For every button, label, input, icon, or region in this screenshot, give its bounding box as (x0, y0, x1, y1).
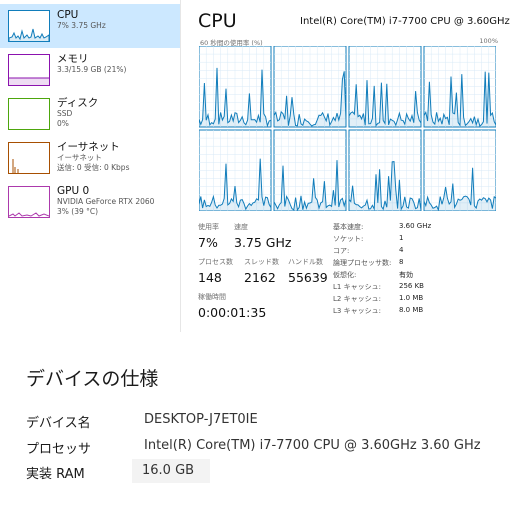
device-spec-title: デバイスの仕様 (26, 368, 159, 390)
speed-label: 速度 (234, 223, 248, 231)
processor-row: プロセッサ Intel(R) Core(TM) i7-7700 CPU @ 3.… (26, 438, 506, 460)
sidebar-item-ethernet[interactable]: イーサネット イーサネット 送信: 0 受信: 0 Kbps (0, 136, 180, 180)
performance-sidebar: CPU 7% 3.75 GHz メモリ 3.3/15.9 GB (21%) ディ… (0, 0, 181, 332)
spec-row: L1 キャッシュ: 256 KB (333, 282, 508, 293)
uptime-label: 稼働時間 (198, 293, 226, 301)
logical-processor-graph (273, 129, 347, 212)
device-name-row: デバイス名 DESKTOP-J7ET0IE (26, 412, 506, 434)
spec-row: 仮想化: 有効 (333, 270, 508, 281)
spec-row: 基本速度: 3.60 GHz (333, 222, 508, 233)
task-manager-performance: CPU 7% 3.75 GHz メモリ 3.3/15.9 GB (21%) ディ… (0, 0, 512, 340)
sidebar-item-detail: イーサネット (57, 153, 102, 162)
spec-key: L2 キャッシュ: (333, 295, 381, 303)
sidebar-item-label: イーサネット (57, 141, 120, 153)
ram-label: 実装 RAM (26, 467, 85, 482)
sidebar-item-detail: SSD (57, 109, 73, 118)
ram-value: 16.0 GB (132, 459, 210, 483)
spec-value: 4 (399, 246, 404, 254)
spec-key: L1 キャッシュ: (333, 283, 381, 291)
sidebar-item-memory[interactable]: メモリ 3.3/15.9 GB (21%) (0, 48, 180, 92)
utilization-label: 使用率 (198, 223, 219, 231)
sidebar-item-cpu[interactable]: CPU 7% 3.75 GHz (0, 4, 180, 48)
spec-value: 8.0 MB (399, 306, 424, 314)
spec-row: ソケット: 1 (333, 234, 508, 245)
spec-value: 1 (399, 234, 404, 242)
processes-label: プロセス数 (198, 258, 233, 266)
sidebar-item-detail: 7% 3.75 GHz (57, 21, 106, 30)
graph-max-label: 100% (479, 37, 498, 45)
spec-row: L2 キャッシュ: 1.0 MB (333, 294, 508, 305)
sidebar-item-detail: 3.3/15.9 GB (21%) (57, 65, 127, 74)
utilization-value: 7% (198, 235, 218, 250)
memory-thumbnail-graph (8, 54, 50, 86)
logical-processor-graph (198, 129, 272, 212)
spec-value: 3.60 GHz (399, 222, 432, 230)
spec-key: L3 キャッシュ: (333, 307, 381, 315)
spec-key: 論理プロセッサ数: (333, 259, 392, 267)
spec-key: 仮想化: (333, 271, 357, 279)
processes-value: 148 (198, 270, 222, 285)
handles-label: ハンドル数 (288, 258, 323, 266)
sidebar-item-detail: NVIDIA GeForce RTX 2060 (57, 197, 155, 206)
sidebar-item-detail-2: 0% (57, 119, 69, 128)
sidebar-item-detail-2: 3% (39 °C) (57, 207, 99, 216)
spec-row: コア: 4 (333, 246, 508, 257)
ethernet-thumbnail-graph (8, 142, 50, 174)
device-name-label: デバイス名 (26, 416, 91, 431)
handles-value: 55639 (288, 270, 328, 285)
spec-value: 256 KB (399, 282, 424, 290)
threads-value: 2162 (244, 270, 276, 285)
ram-row: 実装 RAM (26, 463, 506, 485)
spec-key: ソケット: (333, 235, 364, 243)
cpu-stats: 使用率 速度 7% 3.75 GHz プロセス数 スレッド数 ハンドル数 148… (198, 222, 338, 322)
spec-key: 基本速度: (333, 223, 364, 231)
spec-row: 論理プロセッサ数: 8 (333, 258, 508, 269)
sidebar-item-gpu[interactable]: GPU 0 NVIDIA GeForce RTX 2060 3% (39 °C) (0, 180, 180, 224)
disk-thumbnail-graph (8, 98, 50, 130)
processor-value: Intel(R) Core(TM) i7-7700 CPU @ 3.60GHz … (144, 438, 481, 453)
logical-processor-graph (423, 45, 497, 128)
logical-processor-graph (348, 129, 422, 212)
sidebar-item-label: ディスク (57, 97, 99, 109)
logical-processor-graph (348, 45, 422, 128)
gpu-thumbnail-graph (8, 186, 50, 218)
device-name-value: DESKTOP-J7ET0IE (144, 412, 258, 427)
speed-value: 3.75 GHz (234, 235, 292, 250)
spec-row: L3 キャッシュ: 8.0 MB (333, 306, 508, 317)
cpu-panel: CPU Intel(R) Core(TM) i7-7700 CPU @ 3.60… (188, 0, 512, 340)
processor-label: プロセッサ (26, 442, 92, 457)
sidebar-item-label: GPU 0 (57, 185, 90, 197)
spec-value: 1.0 MB (399, 294, 424, 302)
cpu-panel-title: CPU (198, 10, 237, 32)
uptime-value: 0:00:01:35 (198, 305, 267, 320)
sidebar-item-detail-2: 送信: 0 受信: 0 Kbps (57, 163, 130, 172)
logical-processor-graph (423, 129, 497, 212)
sidebar-item-disk[interactable]: ディスク SSD 0% (0, 92, 180, 136)
sidebar-item-label: メモリ (57, 53, 89, 65)
sidebar-item-label: CPU (57, 9, 79, 21)
cpu-thumbnail-graph (8, 10, 50, 42)
spec-key: コア: (333, 247, 350, 255)
logical-processor-graph (198, 45, 272, 128)
logical-processor-graph (273, 45, 347, 128)
spec-value: 有効 (399, 271, 413, 279)
logical-processor-graphs (198, 45, 497, 212)
cpu-model-name: Intel(R) Core(TM) i7-7700 CPU @ 3.60GHz (300, 16, 510, 27)
spec-value: 8 (399, 258, 404, 266)
threads-label: スレッド数 (244, 258, 279, 266)
